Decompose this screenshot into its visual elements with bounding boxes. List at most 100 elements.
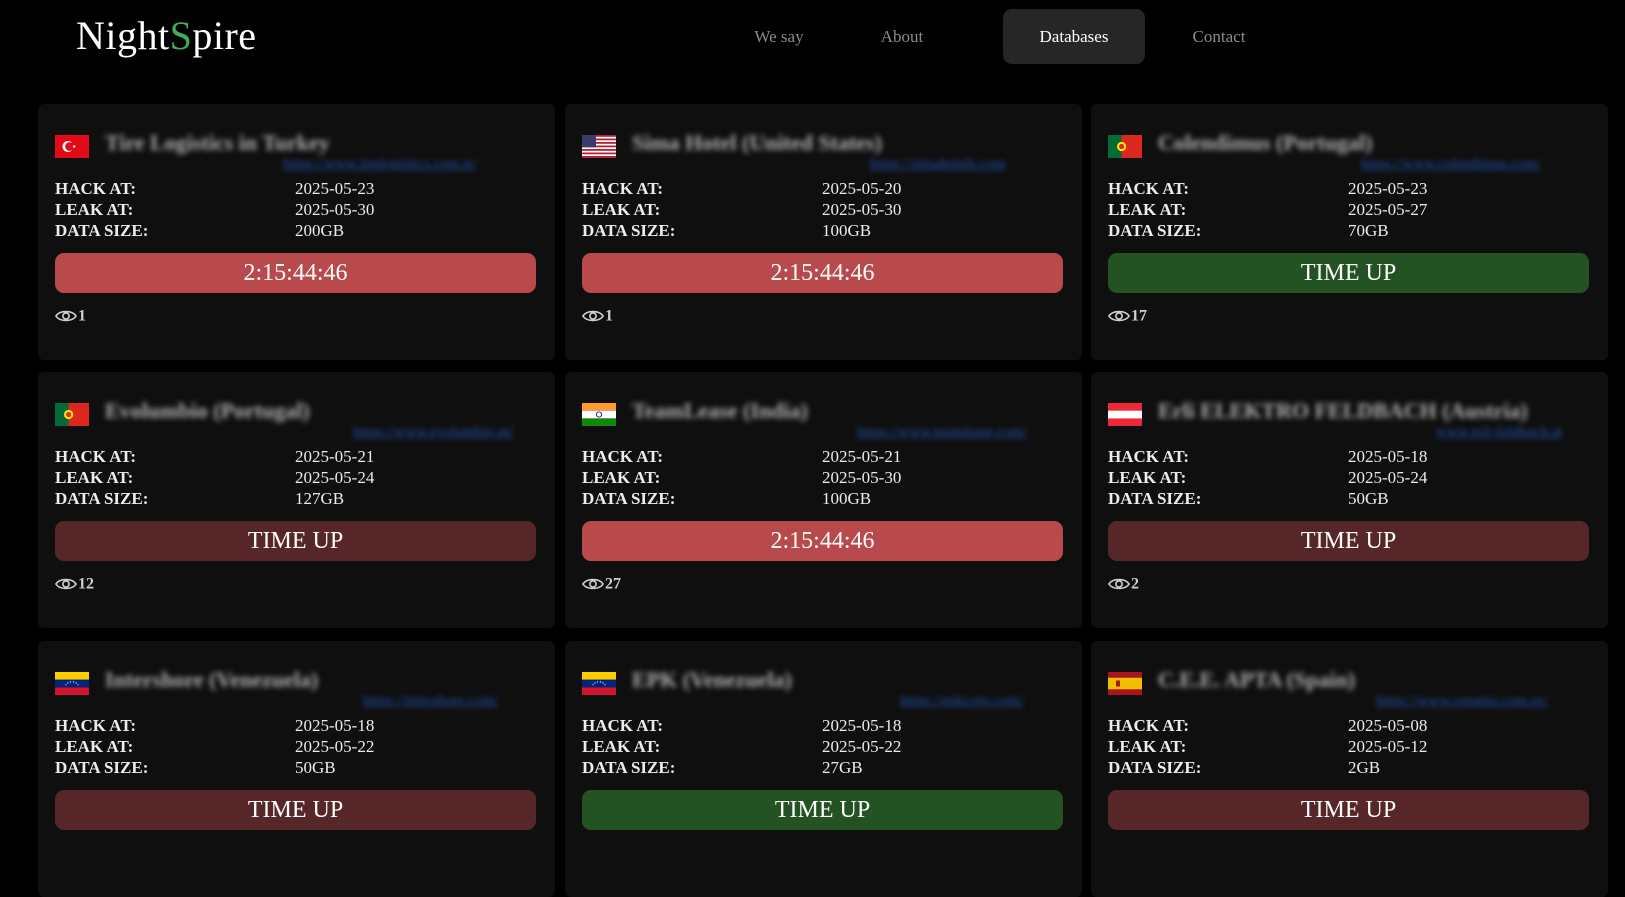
- hack-at-label: HACK AT:: [582, 179, 664, 198]
- data-size-value: 100GB: [822, 489, 872, 508]
- data-size-value: 70GB: [1348, 221, 1389, 240]
- flag-india-icon: [582, 403, 616, 426]
- data-size-label: DATA SIZE:: [55, 758, 149, 777]
- leak-at-value: 2025-05-22: [822, 737, 902, 756]
- leak-at-value: 2025-05-22: [295, 737, 375, 756]
- flag-portugal-icon: [1108, 135, 1142, 158]
- leak-at-label: LEAK AT:: [1108, 200, 1187, 219]
- view-counter: 1: [582, 304, 613, 328]
- data-size-value: 2GB: [1348, 758, 1381, 777]
- leak-at-label: LEAK AT:: [1108, 468, 1187, 487]
- hack-at-label: HACK AT:: [55, 716, 137, 735]
- company-name: Evolumbio (Portugal): [105, 398, 310, 423]
- data-size-value: 127GB: [295, 489, 345, 508]
- leak-at-label: LEAK AT:: [55, 737, 134, 756]
- eye-icon: [1108, 311, 1130, 322]
- data-size-label: DATA SIZE:: [582, 221, 676, 240]
- data-size-value: 200GB: [295, 221, 345, 240]
- view-counter: 1: [55, 304, 86, 328]
- leak-card[interactable]: Colendimus (Portugal) https://www.colend…: [1091, 104, 1608, 360]
- nav-we-say[interactable]: We say: [746, 9, 812, 64]
- hack-at-value: 2025-05-23: [1348, 179, 1428, 198]
- leak-at-value: 2025-05-24: [295, 468, 375, 487]
- leak-at-label: LEAK AT:: [55, 200, 134, 219]
- company-url[interactable]: https://simahotels.com: [870, 156, 1005, 173]
- leak-at-value: 2025-05-27: [1348, 200, 1428, 219]
- leak-card[interactable]: Erli ELEKTRO FELDBACH (Austria) www.erli…: [1091, 372, 1608, 628]
- countdown-timer: 2:15:44:46: [582, 253, 1063, 293]
- flag-turkey-icon: [55, 135, 89, 158]
- hack-at-label: HACK AT:: [1108, 179, 1190, 198]
- hack-at-value: 2025-05-08: [1348, 716, 1428, 735]
- leak-card[interactable]: TeamLease (India) https://www.teamlease.…: [565, 372, 1082, 628]
- leak-at-label: LEAK AT:: [55, 468, 134, 487]
- flag-venezuela-icon: [55, 672, 89, 695]
- leak-card[interactable]: Evolumbio (Portugal) https://www.evolumb…: [38, 372, 555, 628]
- company-url[interactable]: https://intershore.com/: [363, 693, 498, 710]
- hack-at-value: 2025-05-18: [1348, 447, 1428, 466]
- leak-at-value: 2025-05-12: [1348, 737, 1428, 756]
- data-size-value: 50GB: [1348, 489, 1389, 508]
- flag-austria-icon: [1108, 403, 1142, 426]
- data-size-value: 27GB: [822, 758, 863, 777]
- company-name: Colendimus (Portugal): [1158, 130, 1373, 155]
- data-size-label: DATA SIZE:: [1108, 221, 1202, 240]
- leak-card[interactable]: Intershore (Venezuela) https://intershor…: [38, 641, 555, 897]
- nav-about[interactable]: About: [872, 9, 932, 64]
- time-up-status: TIME UP: [1108, 521, 1589, 561]
- countdown-timer: 2:15:44:46: [582, 521, 1063, 561]
- company-url[interactable]: https://www.tirelogistics.com.tr/: [283, 156, 477, 173]
- company-url[interactable]: https://www.teamlease.com/: [857, 424, 1027, 441]
- company-name: TeamLease (India): [632, 398, 808, 423]
- view-count: 2: [1131, 575, 1139, 593]
- company-url[interactable]: www.erli-feldbach.at: [1436, 424, 1562, 441]
- leak-card[interactable]: EPK (Venezuela) https://epkcorp.com/ HAC…: [565, 641, 1082, 897]
- data-size-value: 50GB: [295, 758, 336, 777]
- leak-at-value: 2025-05-30: [295, 200, 375, 219]
- leak-card[interactable]: Sima Hotel (United States) https://simah…: [565, 104, 1082, 360]
- nav-databases[interactable]: Databases: [1003, 9, 1145, 64]
- company-name: EPK (Venezuela): [632, 667, 792, 692]
- company-name: Intershore (Venezuela): [105, 667, 319, 692]
- flag-venezuela-icon: [582, 672, 616, 695]
- eye-icon: [55, 311, 77, 322]
- data-size-label: DATA SIZE:: [582, 758, 676, 777]
- company-name: Tire Logistics in Turkey: [105, 130, 330, 155]
- company-url[interactable]: https://epkcorp.com/: [900, 693, 1024, 710]
- leak-at-label: LEAK AT:: [1108, 737, 1187, 756]
- leak-at-label: LEAK AT:: [582, 737, 661, 756]
- hack-at-label: HACK AT:: [55, 447, 137, 466]
- time-up-status: TIME UP: [1108, 790, 1589, 830]
- time-up-status: TIME UP: [1108, 253, 1589, 293]
- hack-at-label: HACK AT:: [582, 716, 664, 735]
- company-url[interactable]: https://www.colendimus.com/: [1361, 156, 1541, 173]
- flag-portugal-icon: [55, 403, 89, 426]
- time-up-status: TIME UP: [582, 790, 1063, 830]
- company-name: C.E.E. APTA (Spain): [1158, 667, 1356, 692]
- hack-at-value: 2025-05-18: [822, 716, 902, 735]
- view-count: 1: [605, 307, 613, 325]
- eye-icon: [582, 311, 604, 322]
- hack-at-value: 2025-05-21: [295, 447, 375, 466]
- countdown-timer: 2:15:44:46: [55, 253, 536, 293]
- leak-card[interactable]: C.E.E. APTA (Spain) https://www.ceeapta.…: [1091, 641, 1608, 897]
- hack-at-value: 2025-05-18: [295, 716, 375, 735]
- company-url[interactable]: https://www.evolumbio.pt/: [353, 424, 514, 441]
- view-counter: 12: [55, 572, 94, 596]
- data-size-label: DATA SIZE:: [1108, 758, 1202, 777]
- eye-icon: [582, 579, 604, 590]
- view-count: 17: [1131, 307, 1147, 325]
- time-up-status: TIME UP: [55, 521, 536, 561]
- nav-contact[interactable]: Contact: [1182, 9, 1256, 64]
- company-url[interactable]: https://www.ceeapta.com.es/: [1376, 693, 1548, 710]
- leak-at-value: 2025-05-30: [822, 468, 902, 487]
- company-name: Sima Hotel (United States): [632, 130, 882, 155]
- leak-at-value: 2025-05-30: [822, 200, 902, 219]
- data-size-value: 100GB: [822, 221, 872, 240]
- leak-card[interactable]: Tire Logistics in Turkey https://www.tir…: [38, 104, 555, 360]
- hack-at-label: HACK AT:: [1108, 447, 1190, 466]
- flag-spain-icon: [1108, 672, 1142, 695]
- data-size-label: DATA SIZE:: [55, 489, 149, 508]
- view-count: 12: [78, 575, 94, 593]
- eye-icon: [55, 579, 77, 590]
